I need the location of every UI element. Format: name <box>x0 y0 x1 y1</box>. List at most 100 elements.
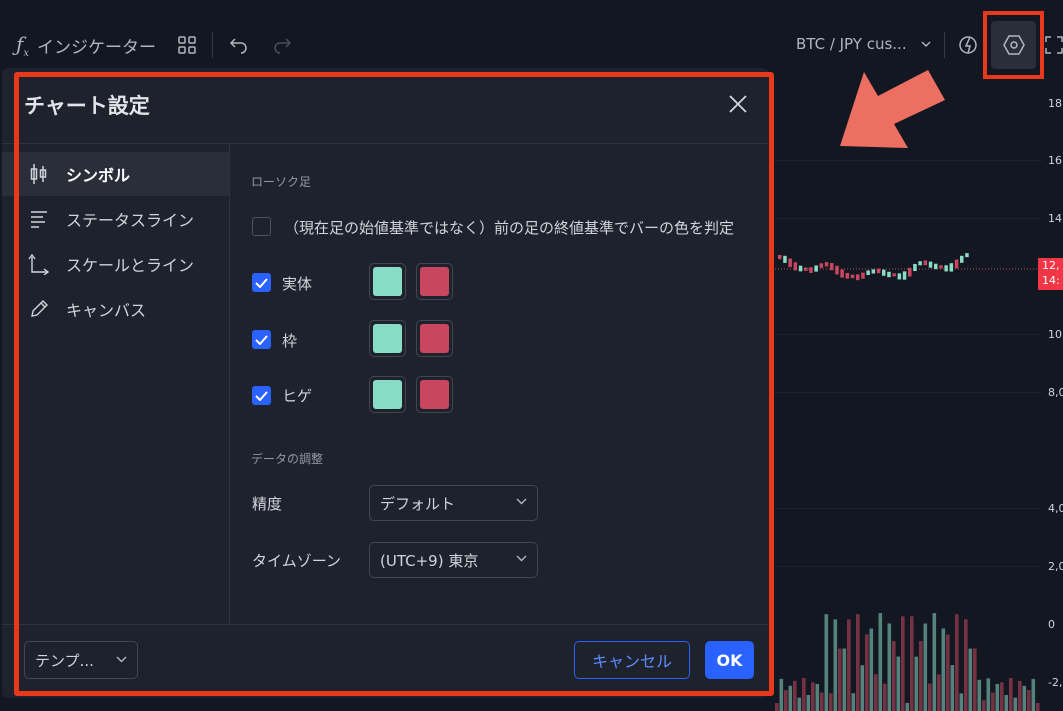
volume-bar <box>806 695 811 711</box>
gridline <box>772 218 1042 219</box>
candle <box>861 272 865 279</box>
volume-bar <box>968 648 973 711</box>
volume-bar <box>878 613 883 711</box>
fullscreen-button[interactable] <box>1045 36 1063 54</box>
volume-bar <box>941 628 946 711</box>
gridline <box>772 566 1042 567</box>
volume-bar <box>959 693 964 711</box>
candle <box>778 255 782 260</box>
volume-bar <box>946 634 950 711</box>
price-label: 18, <box>1048 97 1063 110</box>
volume-bar <box>932 613 937 711</box>
candle <box>944 265 948 272</box>
candle <box>845 272 850 279</box>
candle <box>866 270 870 275</box>
volume-bar <box>1018 680 1022 711</box>
volume-bar <box>950 665 955 711</box>
volume-bar <box>1036 702 1040 711</box>
volume-bar <box>986 678 991 711</box>
price-label: 2,0 <box>1048 560 1063 573</box>
volume-bar <box>775 703 779 711</box>
volume-bar <box>901 616 905 711</box>
candle <box>809 267 813 273</box>
lightning-circle-icon <box>959 36 977 54</box>
candle <box>856 274 860 281</box>
volume-bar <box>937 674 941 711</box>
candle <box>783 255 787 263</box>
candle <box>835 265 839 275</box>
chevron-down-icon <box>921 41 931 47</box>
highlight-box <box>14 72 774 696</box>
candle <box>814 265 818 272</box>
candle <box>939 265 943 269</box>
undo-icon <box>229 38 247 54</box>
symbol-selector[interactable]: BTC / JPY cus... <box>796 35 931 53</box>
volume-bar <box>1031 678 1036 711</box>
candle <box>850 274 855 279</box>
volume-bar <box>955 614 959 711</box>
volume-bar <box>833 619 838 711</box>
indicators-label: インジケーター <box>37 38 157 58</box>
function-icon: ƒx <box>16 32 30 59</box>
volume-bar <box>824 614 829 711</box>
fullscreen-icon <box>1045 36 1063 54</box>
price-label: 0 <box>1048 618 1055 631</box>
candle <box>960 255 964 263</box>
current-price-badge: 12, 14: <box>1038 258 1063 290</box>
price-label: 4,0 <box>1048 502 1063 515</box>
layouts-button[interactable] <box>177 35 197 55</box>
grid-icon <box>178 36 196 54</box>
candle <box>928 261 933 268</box>
volume-bar <box>860 665 865 711</box>
volume-bar <box>797 697 802 711</box>
volume-bar <box>1013 697 1018 711</box>
price-label: 10, <box>1048 328 1063 341</box>
volume-bar <box>788 685 793 711</box>
candle <box>918 261 922 266</box>
highlight-box <box>983 11 1044 79</box>
volume-bar <box>919 641 923 711</box>
candle <box>934 263 938 270</box>
gridline <box>772 508 1042 509</box>
price-label: -2, <box>1048 676 1063 689</box>
volume-bar <box>914 656 919 711</box>
volume-bar <box>865 634 869 711</box>
candle <box>793 262 798 271</box>
volume-bar <box>802 678 806 711</box>
candle <box>954 259 959 269</box>
volume-bar <box>793 680 797 711</box>
volume-bar <box>829 693 833 711</box>
toolbar-separator <box>944 32 945 58</box>
gridline <box>772 392 1042 393</box>
volume-bar <box>991 692 995 711</box>
price-label: 8,0 <box>1048 386 1063 399</box>
quick-action-button[interactable] <box>957 33 981 57</box>
candle <box>876 268 881 274</box>
candle <box>840 269 844 278</box>
volume-bar <box>1004 694 1009 711</box>
undo-button[interactable] <box>229 36 249 54</box>
redo-button[interactable] <box>272 36 292 54</box>
price-label: 16, <box>1048 154 1063 167</box>
volume-bar <box>887 623 892 711</box>
candle <box>892 273 896 277</box>
current-price-value: 12, <box>1042 259 1060 272</box>
candle <box>804 267 808 271</box>
indicators-button[interactable]: ƒx インジケーター <box>16 32 156 59</box>
volume-bar <box>851 693 856 711</box>
volume-bar <box>779 678 784 711</box>
volume-bar <box>892 641 896 711</box>
candle <box>902 271 907 280</box>
candle <box>887 271 891 278</box>
volume-bar <box>838 648 842 711</box>
volume-bar <box>842 648 847 711</box>
candles <box>778 253 969 281</box>
volume-bar <box>910 616 914 711</box>
candle <box>908 267 912 277</box>
candle <box>882 269 886 276</box>
volume-bar <box>811 682 815 711</box>
volume-bar <box>923 623 928 711</box>
candle <box>830 263 834 271</box>
candle <box>923 260 928 266</box>
annotation-arrow <box>840 70 945 148</box>
